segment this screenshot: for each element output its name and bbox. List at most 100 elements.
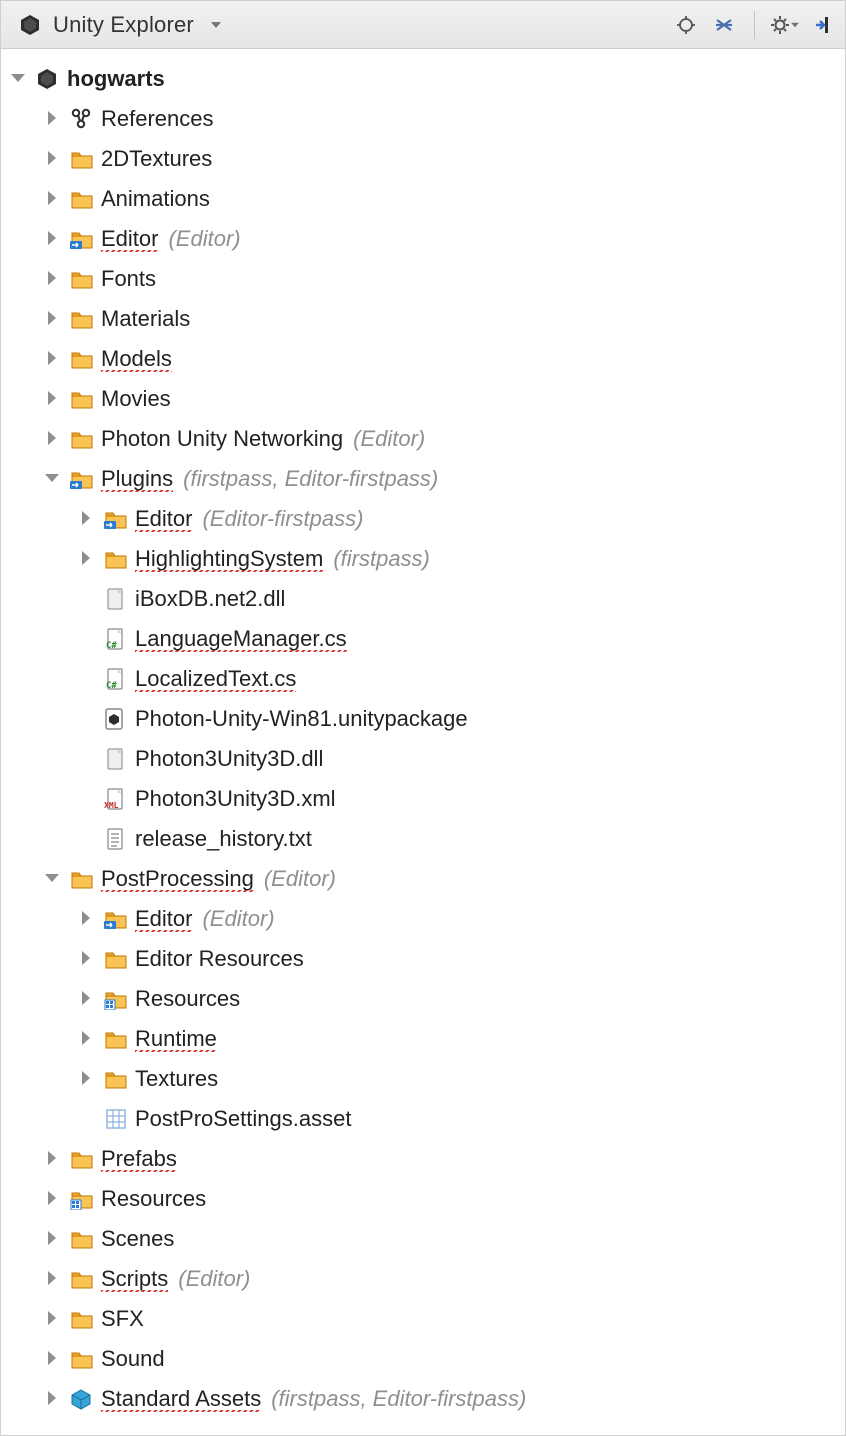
tree-item-pp-res[interactable]: Resources: [9, 979, 841, 1019]
tree-item-models[interactable]: Models: [9, 339, 841, 379]
tree-item-editor[interactable]: Editor(Editor): [9, 219, 841, 259]
tree-item-refs[interactable]: References: [9, 99, 841, 139]
folder-icon: [69, 1268, 95, 1290]
unity-sm-icon: [103, 708, 129, 730]
tree-item-anim[interactable]: Animations: [9, 179, 841, 219]
chevron-right-icon[interactable]: [45, 151, 61, 167]
folder-icon: [103, 948, 129, 970]
tree-item-2dtex[interactable]: 2DTextures: [9, 139, 841, 179]
folder-icon: [69, 268, 95, 290]
tree-item-label: Textures: [135, 1068, 218, 1090]
unity-icon: [17, 14, 43, 36]
chevron-right-icon[interactable]: [45, 271, 61, 287]
tree-item-pp-set[interactable]: PostProSettings.asset: [9, 1099, 841, 1139]
chevron-right-icon[interactable]: [79, 951, 95, 967]
chevron-right-icon[interactable]: [45, 111, 61, 127]
tree-item-mats[interactable]: Materials: [9, 299, 841, 339]
tree-item-upkg[interactable]: Photon-Unity-Win81.unitypackage: [9, 699, 841, 739]
chevron-right-icon[interactable]: [45, 1231, 61, 1247]
tree-item-label: 2DTextures: [101, 148, 212, 170]
tree-item-relh[interactable]: release_history.txt: [9, 819, 841, 859]
folder-sp-icon: [69, 468, 95, 490]
chevron-down-icon[interactable]: [210, 20, 222, 30]
tree-item-root[interactable]: hogwarts: [9, 59, 841, 99]
tree-item-label: HighlightingSystem: [135, 548, 323, 570]
tree-item-scripts[interactable]: Scripts(Editor): [9, 1259, 841, 1299]
tree-item-sfx[interactable]: SFX: [9, 1299, 841, 1339]
chevron-right-icon[interactable]: [45, 1191, 61, 1207]
folder-sp-icon: [103, 908, 129, 930]
tree-item-plugins-hl[interactable]: HighlightingSystem(firstpass): [9, 539, 841, 579]
folder-icon: [69, 348, 95, 370]
tree-item-plugins-editor[interactable]: Editor(Editor-firstpass): [9, 499, 841, 539]
chevron-right-icon[interactable]: [79, 551, 95, 567]
collapse-all-button[interactable]: [710, 11, 738, 39]
tree-item-pp-rt[interactable]: Runtime: [9, 1019, 841, 1059]
tree-item-note: (Editor): [178, 1268, 250, 1290]
folder-icon: [103, 548, 129, 570]
asset-icon: [103, 1108, 129, 1130]
tree-item-lang[interactable]: LanguageManager.cs: [9, 619, 841, 659]
folder-icon: [103, 1068, 129, 1090]
tree-item-movies[interactable]: Movies: [9, 379, 841, 419]
tree-item-prefabs[interactable]: Prefabs: [9, 1139, 841, 1179]
folder-icon: [69, 148, 95, 170]
tree-item-sound[interactable]: Sound: [9, 1339, 841, 1379]
tree-item-photon[interactable]: Photon Unity Networking(Editor): [9, 419, 841, 459]
tree-item-res[interactable]: Resources: [9, 1179, 841, 1219]
tree-item-stdassets[interactable]: Standard Assets(firstpass, Editor-firstp…: [9, 1379, 841, 1419]
tree-item-pp-edres[interactable]: Editor Resources: [9, 939, 841, 979]
tree-item-ibox[interactable]: iBoxDB.net2.dll: [9, 579, 841, 619]
chevron-right-icon[interactable]: [79, 911, 95, 927]
chevron-right-icon[interactable]: [45, 351, 61, 367]
chevron-right-icon[interactable]: [45, 191, 61, 207]
folder-icon: [69, 388, 95, 410]
tree-item-label: Runtime: [135, 1028, 217, 1050]
chevron-right-icon[interactable]: [45, 431, 61, 447]
chevron-right-icon[interactable]: [45, 391, 61, 407]
chevron-right-icon[interactable]: [45, 1271, 61, 1287]
tree-item-plugins[interactable]: Plugins(firstpass, Editor-firstpass): [9, 459, 841, 499]
hide-button[interactable]: [809, 11, 837, 39]
tree-item-pp-ed[interactable]: Editor(Editor): [9, 899, 841, 939]
settings-button[interactable]: [771, 11, 799, 39]
chevron-right-icon[interactable]: [45, 1311, 61, 1327]
chevron-right-icon[interactable]: [45, 1391, 61, 1407]
tree-item-label: PostProcessing: [101, 868, 254, 890]
tree-item-fonts[interactable]: Fonts: [9, 259, 841, 299]
chevron-right-icon[interactable]: [45, 311, 61, 327]
tree-item-label: Scenes: [101, 1228, 174, 1250]
chevron-down-icon[interactable]: [11, 71, 27, 87]
tree-item-pp-tex[interactable]: Textures: [9, 1059, 841, 1099]
chevron-right-icon[interactable]: [79, 991, 95, 1007]
panel-title: Unity Explorer: [53, 12, 194, 38]
tree-item-p3xml[interactable]: Photon3Unity3D.xml: [9, 779, 841, 819]
tree-item-pp[interactable]: PostProcessing(Editor): [9, 859, 841, 899]
chevron-right-icon[interactable]: [45, 1151, 61, 1167]
txt-icon: [103, 828, 129, 850]
tree-item-label: Animations: [101, 188, 210, 210]
tree-item-label: Plugins: [101, 468, 173, 490]
chevron-right-icon[interactable]: [45, 1351, 61, 1367]
bin-icon: [103, 748, 129, 770]
tree-item-label: Photon-Unity-Win81.unitypackage: [135, 708, 468, 730]
tree-item-label: Models: [101, 348, 172, 370]
chevron-right-icon[interactable]: [79, 511, 95, 527]
chevron-right-icon[interactable]: [79, 1031, 95, 1047]
refs-icon: [69, 108, 95, 130]
tree-item-loctxt[interactable]: LocalizedText.cs: [9, 659, 841, 699]
tree-item-label: Fonts: [101, 268, 156, 290]
scroll-from-source-button[interactable]: [672, 11, 700, 39]
tree-item-label: Editor: [101, 228, 158, 250]
chevron-right-icon[interactable]: [45, 231, 61, 247]
chevron-down-icon[interactable]: [45, 471, 61, 487]
cs-icon: [103, 668, 129, 690]
tree-item-scenes[interactable]: Scenes: [9, 1219, 841, 1259]
folder-res-icon: [103, 988, 129, 1010]
tree-item-p3dll[interactable]: Photon3Unity3D.dll: [9, 739, 841, 779]
tree-item-label: Materials: [101, 308, 190, 330]
chevron-down-icon[interactable]: [45, 871, 61, 887]
chevron-right-icon[interactable]: [79, 1071, 95, 1087]
folder-icon: [69, 188, 95, 210]
folder-icon: [69, 868, 95, 890]
